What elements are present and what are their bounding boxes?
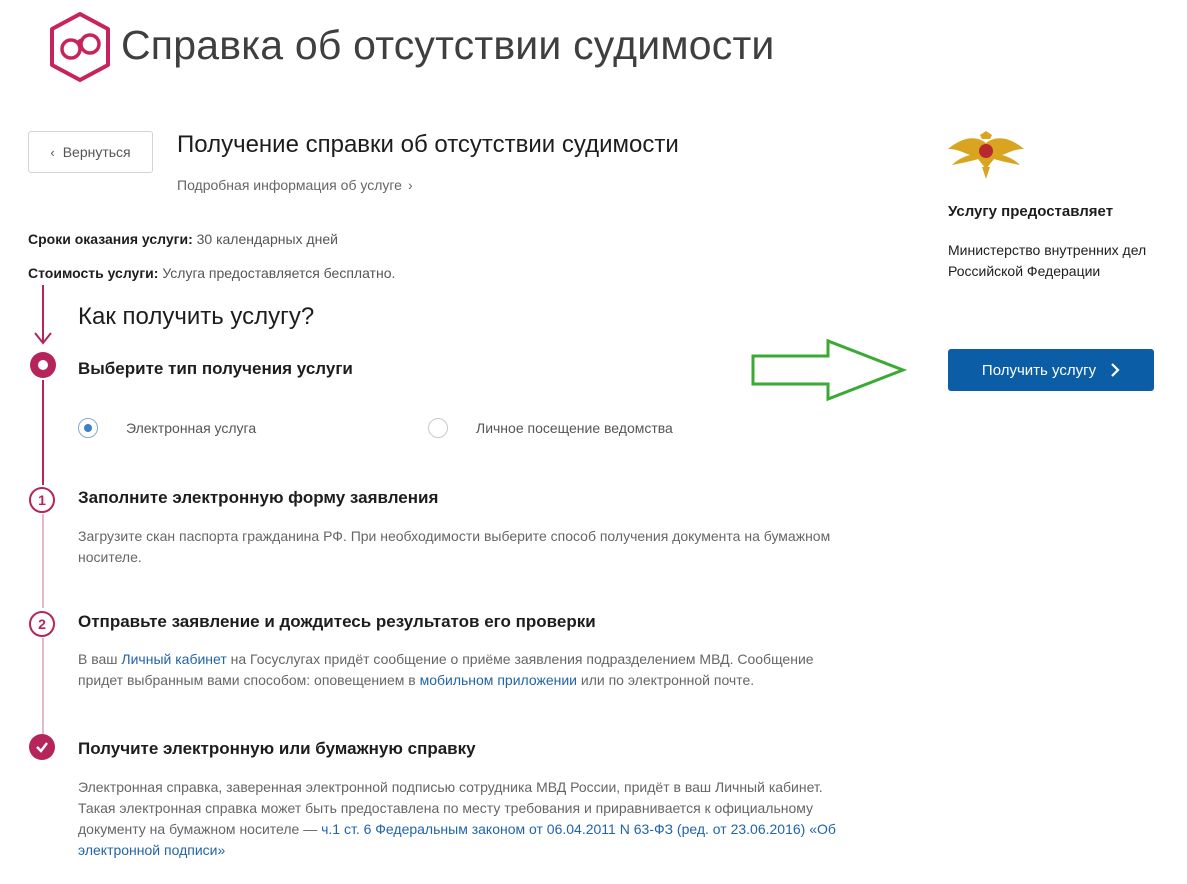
step-description: Загрузите скан паспорта гражданина РФ. П… [78,528,831,565]
radio-personal-visit[interactable]: Личное посещение ведомства [428,418,673,438]
mobile-app-link[interactable]: мобильном приложении [420,672,577,688]
provider-name-line: Министерство внутренних дел [948,242,1147,258]
desc-text: В ваш [78,651,122,667]
step-done-check-icon [29,734,55,760]
chevron-left-icon: ‹ [50,144,55,160]
service-title: Получение справки об отсутствии судимост… [177,131,679,158]
timeline-current-step-icon [30,352,56,378]
back-button-label: Вернуться [62,144,131,160]
step-title: Заполните электронную форму заявления [78,488,439,507]
service-details-link[interactable]: Подробная информация об услуге › [177,177,413,193]
step-title: Отправьте заявление и дождитесь результа… [78,612,596,631]
service-logo-icon [50,12,110,82]
desc-text: или по электронной почте. [577,672,755,688]
radio-checked-icon [78,418,98,438]
step-number-badge: 2 [29,611,55,637]
cost-label: Стоимость услуги: [28,265,159,281]
annotation-arrow-icon [751,338,908,402]
provider-label: Услугу предоставляет [948,203,1114,220]
radio-label: Электронная услуга [126,420,257,436]
timeline-line [42,380,44,485]
back-button[interactable]: ‹ Вернуться [28,131,153,173]
radio-label: Личное посещение ведомства [476,420,673,436]
step-choose-type-title: Выберите тип получения услуги [78,359,353,378]
term-label: Сроки оказания услуги: [28,231,193,247]
provider-name-line: Российской Федерации [948,263,1101,279]
personal-account-link[interactable]: Личный кабинет [121,651,226,667]
get-service-button[interactable]: Получить услугу [948,349,1154,391]
mvd-emblem-icon [948,131,1024,179]
step-number-badge: 1 [29,487,55,513]
step-description: Электронная справка, заверенная электрон… [78,777,838,861]
service-term: Сроки оказания услуги: 30 календарных дн… [28,231,338,247]
cost-value: Услуга предоставляется бесплатно. [162,265,396,281]
page-title: Справка об отсутствии судимости [121,22,775,68]
chevron-right-icon [1111,363,1120,377]
radio-unchecked-icon [428,418,448,438]
provider-name: Министерство внутренних дел Российской Ф… [948,240,1146,282]
timeline-arrow-icon [34,285,52,345]
service-cost: Стоимость услуги: Услуга предоставляется… [28,265,395,281]
timeline-line [42,514,44,608]
details-link-label: Подробная информация об услуге [177,177,402,193]
radio-electronic-service[interactable]: Электронная услуга [78,418,256,438]
timeline-line [42,638,44,734]
get-service-label: Получить услугу [981,361,1097,379]
step-description: В ваш Личный кабинет на Госуслугах придё… [78,649,853,691]
term-value: 30 календарных дней [196,231,338,247]
chevron-right-icon: › [407,177,413,193]
how-to-get-title: Как получить услугу? [78,303,315,330]
step-title: Получите электронную или бумажную справк… [78,739,476,758]
